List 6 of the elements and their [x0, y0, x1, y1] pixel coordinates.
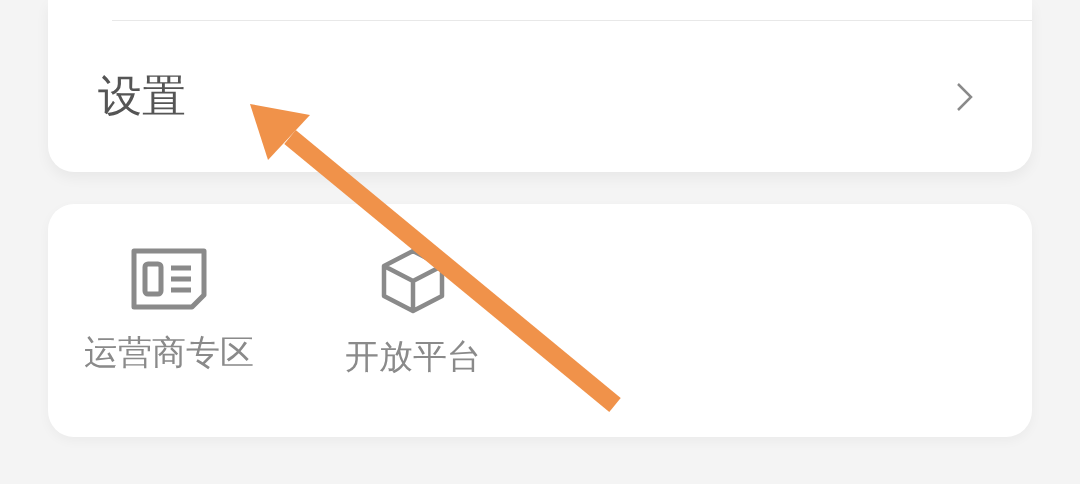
cube-icon: [381, 248, 445, 314]
settings-label[interactable]: 设置: [98, 67, 186, 126]
chevron-right-icon: [956, 81, 974, 112]
shortcut-label[interactable]: 开放平台: [345, 334, 481, 380]
sim-card-icon: [131, 248, 207, 310]
shortcut-label[interactable]: 运营商专区: [84, 330, 254, 376]
